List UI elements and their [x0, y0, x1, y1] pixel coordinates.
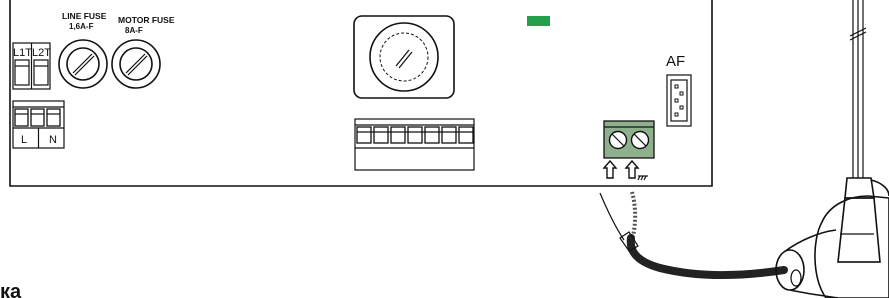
antenna-cable [599, 191, 788, 279]
antenna-mount [775, 0, 889, 298]
n-label: N [49, 134, 57, 146]
multi-pin-terminal-block [354, 118, 475, 171]
af-connector [666, 74, 692, 127]
l1t-l2t-terminal: L1T L2T [12, 42, 51, 90]
motor-fuse-rating: 8A-F [125, 26, 143, 35]
l2t-label: L2T [32, 47, 51, 59]
line-fuse-holder [58, 39, 108, 89]
antenna-terminal [603, 120, 655, 159]
af-label: AF [666, 53, 685, 70]
line-fuse-label: LINE FUSE [62, 11, 107, 21]
ground-arrow-icon [624, 159, 648, 181]
central-knob [353, 15, 455, 99]
line-fuse-rating: 1,6A-F [69, 22, 94, 31]
motor-fuse-holder [111, 39, 161, 89]
wiring-diagram: LINE FUSE 1,6A-F MOTOR FUSE 8A-F L1T L2T [0, 0, 889, 298]
motor-fuse-label: MOTOR FUSE [118, 15, 175, 25]
l1t-label: L1T [13, 47, 32, 59]
up-arrow-icon [602, 159, 618, 179]
l-label: L [21, 134, 27, 146]
status-led [527, 16, 550, 26]
caption-fragment: ка [0, 281, 22, 298]
power-terminal-l-n: L N [12, 100, 65, 149]
